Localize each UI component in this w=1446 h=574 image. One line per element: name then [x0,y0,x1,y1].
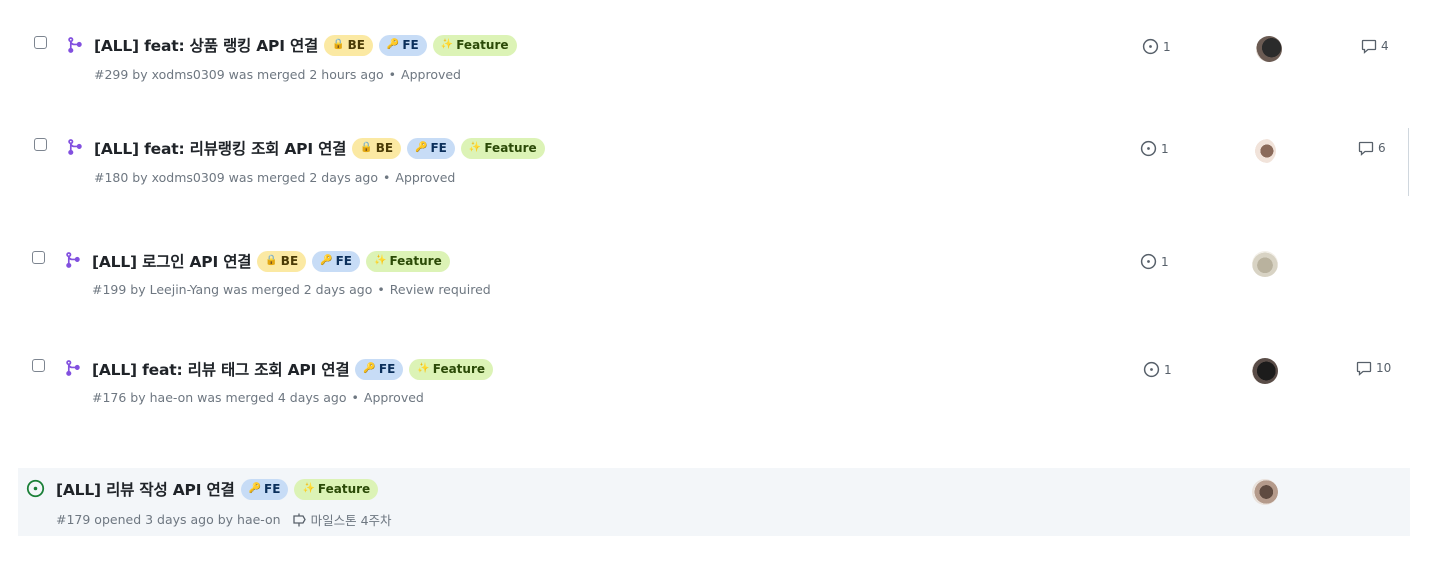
key-icon: 🔑 [363,363,376,374]
lock-icon: 🔒 [332,39,345,50]
review-status[interactable]: Review required [390,282,491,297]
pr-meta: #180 by xodms0309 was merged 2 days ago [94,170,379,185]
issue-opened-icon [1140,140,1157,157]
review-status[interactable]: Approved [401,67,461,82]
linked-issues[interactable]: 1 [1140,253,1169,270]
git-merge-icon [68,139,82,155]
sparkles-icon: ✨ [468,142,482,153]
select-checkbox[interactable] [34,138,47,151]
issue-opened-icon [1143,361,1160,378]
pr-meta: #176 by hae-on was merged 4 days ago [92,390,347,405]
milestone-link[interactable]: 마일스톤 4주차 [291,510,392,529]
milestone-icon [292,513,306,526]
label-fe[interactable]: 🔑 FE [407,137,455,159]
assignee-avatar[interactable] [1252,358,1278,384]
sparkles-icon: ✨ [374,255,387,266]
pr-row[interactable]: [ALL] feat: 리뷰랭킹 조회 API 연결 🔒 BE 🔑 FE ✨ Feat… [18,124,1410,204]
select-checkbox[interactable] [34,36,47,49]
pr-title[interactable]: [ALL] 리뷰 작성 API 연결 [56,478,235,500]
select-checkbox[interactable] [32,251,45,264]
lock-icon: 🔒 [265,255,278,266]
separator: • [383,170,391,185]
label-fe[interactable]: 🔑 FE [312,250,360,272]
scroll-divider [1408,128,1409,196]
comments-link[interactable]: 6 [1358,140,1386,156]
label-fe[interactable]: 🔑 FE [378,34,427,56]
linked-issues[interactable]: 1 [1143,361,1172,378]
sparkles-icon: ✨ [440,39,454,50]
label-be[interactable]: 🔒 BE [324,34,373,56]
pr-row[interactable]: [ALL] feat: 상품 랭킹 API 연결 🔒 BE 🔑 FE ✨ Featur… [18,22,1410,102]
lock-icon: 🔒 [360,142,373,153]
pr-meta: #179 opened 3 days ago by hae-on [56,512,281,527]
key-icon: 🔑 [248,483,262,494]
pr-row[interactable]: [ALL] 로그인 API 연결 🔒 BE 🔑 FE ✨ Feature #199 b… [18,236,1410,316]
label-fe[interactable]: 🔑 FE [240,478,289,500]
label-feature[interactable]: ✨ Feature [409,358,494,380]
pull-request-open-icon [26,479,45,498]
assignee-avatar[interactable] [1256,36,1282,62]
comment-icon [1356,361,1372,376]
pr-meta: #299 by xodms0309 was merged 2 hours ago [94,67,384,82]
git-merge-icon [66,360,80,376]
pr-row[interactable]: [ALL] feat: 리뷰 태그 조회 API 연결 🔑 FE ✨ Feature… [18,344,1410,424]
linked-issues[interactable]: 1 [1140,140,1169,157]
comments-link[interactable]: 10 [1356,360,1391,376]
pr-title[interactable]: [ALL] feat: 상품 랭킹 API 연결 [94,34,318,56]
label-feature[interactable]: ✨ Feature [432,34,517,56]
git-merge-icon [66,252,80,268]
label-fe[interactable]: 🔑 FE [355,358,404,380]
label-feature[interactable]: ✨ Feature [294,478,379,500]
pr-row[interactable]: [ALL] 리뷰 작성 API 연결 🔑 FE ✨ Feature #179 ope… [18,468,1410,536]
assignee-avatar[interactable] [1252,479,1278,505]
separator: • [351,390,359,405]
label-be[interactable]: 🔒 BE [257,250,307,272]
key-icon: 🔑 [386,39,400,50]
label-be[interactable]: 🔒 BE [352,137,402,159]
comments-link[interactable]: 4 [1361,38,1389,54]
sparkles-icon: ✨ [302,483,315,494]
git-merge-icon [68,37,82,53]
issue-opened-icon [1140,253,1157,270]
key-icon: 🔑 [320,255,333,266]
pr-title[interactable]: [ALL] feat: 리뷰랭킹 조회 API 연결 [94,137,346,159]
pr-title[interactable]: [ALL] feat: 리뷰 태그 조회 API 연결 [92,358,350,380]
label-feature[interactable]: ✨ Feature [460,137,545,159]
comment-icon [1361,39,1377,54]
comment-icon [1358,141,1374,156]
review-status[interactable]: Approved [364,390,424,405]
pr-meta: #199 by Leejin-Yang was merged 2 days ag… [92,282,373,297]
assignee-avatar[interactable] [1252,251,1278,277]
issue-opened-icon [1142,38,1159,55]
separator: • [377,282,385,297]
label-feature[interactable]: ✨ Feature [366,250,450,272]
key-icon: 🔑 [415,142,428,153]
linked-issues[interactable]: 1 [1142,38,1171,55]
separator: • [388,67,397,82]
pr-title[interactable]: [ALL] 로그인 API 연결 [92,250,252,272]
sparkles-icon: ✨ [417,363,430,374]
review-status[interactable]: Approved [395,170,455,185]
select-checkbox[interactable] [32,359,45,372]
assignee-avatar[interactable] [1250,138,1276,164]
